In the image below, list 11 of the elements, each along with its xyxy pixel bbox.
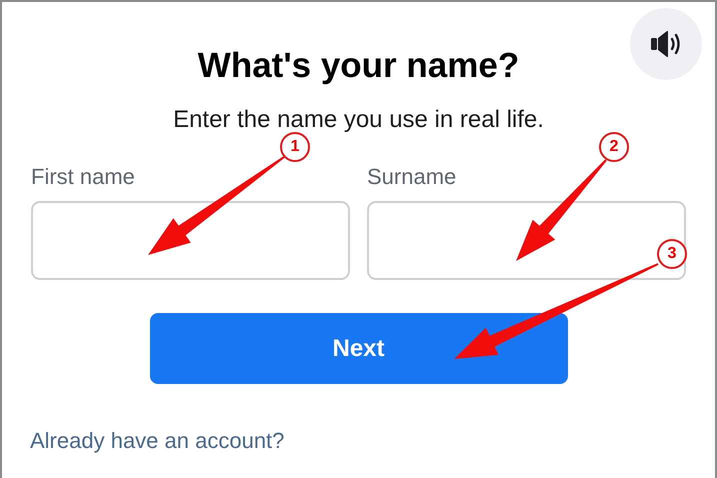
speaker-icon <box>650 30 682 58</box>
annotation-badge: 2 <box>599 132 629 162</box>
page-title: What's your name? <box>198 46 520 86</box>
subtitle: Enter the name you use in real life. <box>173 106 544 134</box>
input-field[interactable] <box>367 201 686 280</box>
login-link[interactable]: Already have an account? <box>30 428 284 454</box>
next-button[interactable]: Next <box>150 313 568 384</box>
input-field[interactable] <box>31 201 350 280</box>
field-label: First name <box>31 164 136 190</box>
annotation-badge: 1 <box>280 132 310 162</box>
field-label: Surname <box>367 164 458 190</box>
